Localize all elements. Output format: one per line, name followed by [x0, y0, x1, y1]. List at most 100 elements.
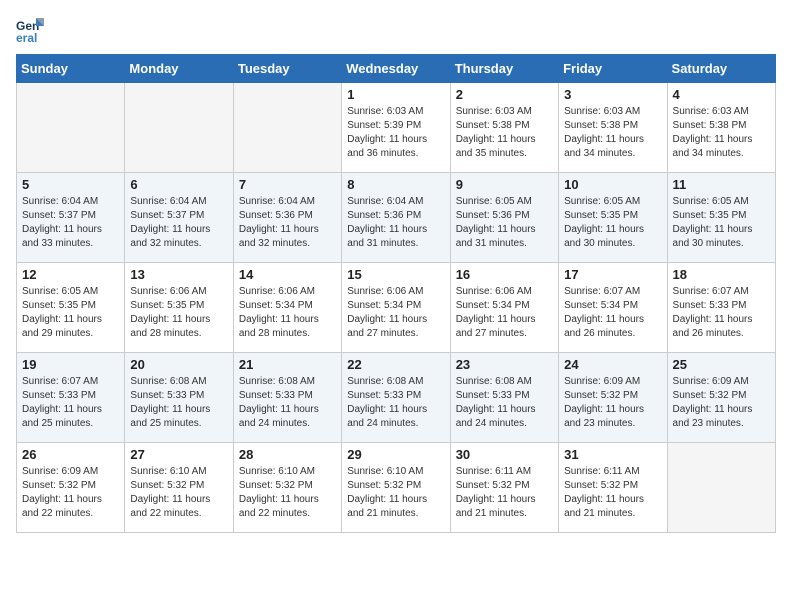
day-number: 29: [347, 447, 444, 462]
calendar-cell: 5 Sunrise: 6:04 AM Sunset: 5:37 PM Daylig…: [17, 173, 125, 263]
day-info: Sunrise: 6:11 AM Sunset: 5:32 PM Dayligh…: [456, 465, 553, 521]
calendar-cell: 6Sunrise: 6:04 AM Sunset: 5:37 PM Daylig…: [125, 173, 233, 263]
day-info: Sunrise: 6:05 AM Sunset: 5:35 PM Dayligh…: [22, 285, 119, 341]
day-number: 12: [22, 267, 119, 282]
calendar-day-header: Monday: [125, 55, 233, 83]
day-info: Sunrise: 6:10 AM Sunset: 5:32 PM Dayligh…: [239, 465, 336, 521]
calendar-day-header: Wednesday: [342, 55, 450, 83]
calendar-cell: 4 Sunrise: 6:03 AM Sunset: 5:38 PM Daylig…: [667, 83, 775, 173]
logo-icon: Gen eral: [16, 16, 44, 44]
calendar-week-row: 5 Sunrise: 6:04 AM Sunset: 5:37 PM Daylig…: [17, 173, 776, 263]
day-number: 22: [347, 357, 444, 372]
day-number: 19: [22, 357, 119, 372]
day-number: 30: [456, 447, 553, 462]
day-number: 25: [673, 357, 770, 372]
day-info: Sunrise: 6:04 AM Sunset: 5:36 PM Dayligh…: [347, 195, 444, 251]
day-number: 14: [239, 267, 336, 282]
calendar-cell: 19 Sunrise: 6:07 AM Sunset: 5:33 PM Dayli…: [17, 353, 125, 443]
calendar-cell: 22Sunrise: 6:08 AM Sunset: 5:33 PM Dayli…: [342, 353, 450, 443]
calendar-cell: 27 Sunrise: 6:10 AM Sunset: 5:32 PM Dayli…: [125, 443, 233, 533]
day-info: Sunrise: 6:04 AM Sunset: 5:36 PM Dayligh…: [239, 195, 336, 251]
calendar-cell: 20Sunrise: 6:08 AM Sunset: 5:33 PM Dayli…: [125, 353, 233, 443]
day-number: 2: [456, 87, 553, 102]
calendar-cell: 1 Sunrise: 6:03 AM Sunset: 5:39 PM Daylig…: [342, 83, 450, 173]
day-info: Sunrise: 6:05 AM Sunset: 5:36 PM Dayligh…: [456, 195, 553, 251]
calendar-cell: 13 Sunrise: 6:06 AM Sunset: 5:35 PM Dayli…: [125, 263, 233, 353]
day-number: 11: [673, 177, 770, 192]
calendar-day-header: Saturday: [667, 55, 775, 83]
day-info: Sunrise: 6:05 AM Sunset: 5:35 PM Dayligh…: [564, 195, 661, 251]
day-info: Sunrise: 6:04 AM Sunset: 5:37 PM Dayligh…: [22, 195, 119, 251]
calendar-cell: 11 Sunrise: 6:05 AM Sunset: 5:35 PM Dayli…: [667, 173, 775, 263]
day-info: Sunrise: 6:11 AM Sunset: 5:32 PM Dayligh…: [564, 465, 661, 521]
calendar-cell: 21Sunrise: 6:08 AM Sunset: 5:33 PM Dayli…: [233, 353, 341, 443]
day-number: 23: [456, 357, 553, 372]
day-info: Sunrise: 6:07 AM Sunset: 5:33 PM Dayligh…: [22, 375, 119, 431]
calendar-week-row: 1 Sunrise: 6:03 AM Sunset: 5:39 PM Daylig…: [17, 83, 776, 173]
calendar-header-row: SundayMondayTuesdayWednesdayThursdayFrid…: [17, 55, 776, 83]
day-number: 5: [22, 177, 119, 192]
day-info: Sunrise: 6:03 AM Sunset: 5:38 PM Dayligh…: [564, 105, 661, 161]
calendar-week-row: 19 Sunrise: 6:07 AM Sunset: 5:33 PM Dayli…: [17, 353, 776, 443]
calendar-day-header: Friday: [559, 55, 667, 83]
calendar-cell: 29 Sunrise: 6:10 AM Sunset: 5:32 PM Dayli…: [342, 443, 450, 533]
logo: Gen eral: [16, 16, 48, 44]
day-number: 24: [564, 357, 661, 372]
calendar-cell: 3 Sunrise: 6:03 AM Sunset: 5:38 PM Daylig…: [559, 83, 667, 173]
calendar-cell: [667, 443, 775, 533]
day-info: Sunrise: 6:06 AM Sunset: 5:34 PM Dayligh…: [456, 285, 553, 341]
day-number: 27: [130, 447, 227, 462]
calendar-week-row: 26 Sunrise: 6:09 AM Sunset: 5:32 PM Dayli…: [17, 443, 776, 533]
day-number: 15: [347, 267, 444, 282]
day-info: Sunrise: 6:09 AM Sunset: 5:32 PM Dayligh…: [673, 375, 770, 431]
day-number: 26: [22, 447, 119, 462]
day-number: 16: [456, 267, 553, 282]
calendar-cell: 12 Sunrise: 6:05 AM Sunset: 5:35 PM Dayli…: [17, 263, 125, 353]
calendar-cell: 26 Sunrise: 6:09 AM Sunset: 5:32 PM Dayli…: [17, 443, 125, 533]
calendar-day-header: Sunday: [17, 55, 125, 83]
calendar-cell: 23 Sunrise: 6:08 AM Sunset: 5:33 PM Dayli…: [450, 353, 558, 443]
day-info: Sunrise: 6:05 AM Sunset: 5:35 PM Dayligh…: [673, 195, 770, 251]
calendar-cell: 18Sunrise: 6:07 AM Sunset: 5:33 PM Dayli…: [667, 263, 775, 353]
calendar-cell: 15 Sunrise: 6:06 AM Sunset: 5:34 PM Dayli…: [342, 263, 450, 353]
day-info: Sunrise: 6:06 AM Sunset: 5:35 PM Dayligh…: [130, 285, 227, 341]
calendar-cell: 16 Sunrise: 6:06 AM Sunset: 5:34 PM Dayli…: [450, 263, 558, 353]
calendar-cell: 25 Sunrise: 6:09 AM Sunset: 5:32 PM Dayli…: [667, 353, 775, 443]
day-number: 10: [564, 177, 661, 192]
day-info: Sunrise: 6:08 AM Sunset: 5:33 PM Dayligh…: [130, 375, 227, 431]
calendar-day-header: Thursday: [450, 55, 558, 83]
calendar-cell: 8Sunrise: 6:04 AM Sunset: 5:36 PM Daylig…: [342, 173, 450, 263]
day-number: 18: [673, 267, 770, 282]
calendar-cell: 30 Sunrise: 6:11 AM Sunset: 5:32 PM Dayli…: [450, 443, 558, 533]
day-info: Sunrise: 6:10 AM Sunset: 5:32 PM Dayligh…: [347, 465, 444, 521]
day-number: 21: [239, 357, 336, 372]
day-info: Sunrise: 6:08 AM Sunset: 5:33 PM Dayligh…: [456, 375, 553, 431]
day-number: 4: [673, 87, 770, 102]
day-number: 9: [456, 177, 553, 192]
calendar-week-row: 12 Sunrise: 6:05 AM Sunset: 5:35 PM Dayli…: [17, 263, 776, 353]
day-info: Sunrise: 6:03 AM Sunset: 5:38 PM Dayligh…: [673, 105, 770, 161]
day-number: 31: [564, 447, 661, 462]
day-info: Sunrise: 6:03 AM Sunset: 5:39 PM Dayligh…: [347, 105, 444, 161]
day-number: 6: [130, 177, 227, 192]
day-info: Sunrise: 6:10 AM Sunset: 5:32 PM Dayligh…: [130, 465, 227, 521]
day-info: Sunrise: 6:07 AM Sunset: 5:34 PM Dayligh…: [564, 285, 661, 341]
day-number: 3: [564, 87, 661, 102]
calendar: SundayMondayTuesdayWednesdayThursdayFrid…: [16, 54, 776, 533]
day-info: Sunrise: 6:06 AM Sunset: 5:34 PM Dayligh…: [347, 285, 444, 341]
calendar-cell: 28Sunrise: 6:10 AM Sunset: 5:32 PM Dayli…: [233, 443, 341, 533]
svg-text:eral: eral: [16, 31, 37, 44]
day-number: 17: [564, 267, 661, 282]
day-number: 13: [130, 267, 227, 282]
calendar-cell: 31 Sunrise: 6:11 AM Sunset: 5:32 PM Dayli…: [559, 443, 667, 533]
calendar-cell: 9 Sunrise: 6:05 AM Sunset: 5:36 PM Daylig…: [450, 173, 558, 263]
calendar-cell: 2Sunrise: 6:03 AM Sunset: 5:38 PM Daylig…: [450, 83, 558, 173]
calendar-cell: [233, 83, 341, 173]
day-number: 1: [347, 87, 444, 102]
day-number: 7: [239, 177, 336, 192]
calendar-cell: 14Sunrise: 6:06 AM Sunset: 5:34 PM Dayli…: [233, 263, 341, 353]
calendar-cell: [17, 83, 125, 173]
day-info: Sunrise: 6:09 AM Sunset: 5:32 PM Dayligh…: [22, 465, 119, 521]
calendar-cell: 17 Sunrise: 6:07 AM Sunset: 5:34 PM Dayli…: [559, 263, 667, 353]
day-info: Sunrise: 6:09 AM Sunset: 5:32 PM Dayligh…: [564, 375, 661, 431]
